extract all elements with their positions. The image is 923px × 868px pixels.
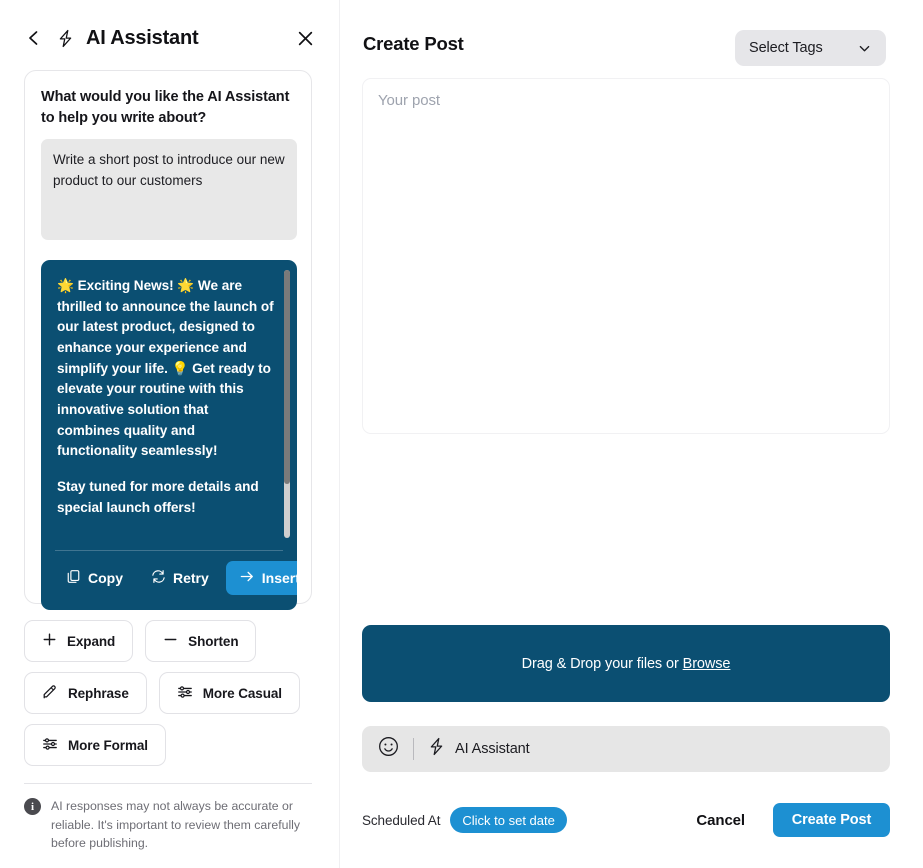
insert-button[interactable]: Insert [225, 561, 297, 596]
ai-assistant-create-post-modal: AI Assistant What would you like the AI … [0, 0, 923, 868]
tone-button-row: Expand Shorten [24, 620, 257, 662]
insert-button-label: Insert [261, 570, 297, 587]
ai-result-scrollbar-thumb[interactable] [284, 270, 290, 485]
ai-prompt-input[interactable]: Write a short post to introduce our new … [41, 139, 297, 241]
more-casual-button[interactable]: More Casual [158, 672, 300, 714]
close-icon[interactable] [294, 27, 316, 49]
rephrase-button-label: Rephrase [68, 685, 129, 701]
copy-button-label: Copy [88, 570, 123, 587]
plus-icon [42, 632, 57, 650]
post-content-textarea[interactable]: Your post [362, 78, 890, 434]
ai-prompt-question: What would you like the AI Assistant to … [41, 89, 290, 126]
set-date-button[interactable]: Click to set date [450, 807, 567, 833]
sliders-icon [42, 736, 58, 755]
ai-result-paragraph: Stay tuned for more details and special … [57, 479, 259, 515]
retry-button[interactable]: Retry [140, 561, 220, 595]
scheduled-at-label: Scheduled At [362, 812, 441, 828]
toolbar-ai-assistant-button[interactable]: AI Assistant [427, 737, 530, 761]
chevron-left-icon[interactable] [24, 28, 44, 48]
sliders-icon [177, 684, 193, 703]
expand-button[interactable]: Expand [24, 620, 134, 662]
shorten-button-label: Shorten [188, 633, 239, 649]
ai-assistant-title: AI Assistant [86, 26, 199, 49]
arrow-right-icon [239, 569, 255, 587]
shorten-button[interactable]: Shorten [145, 620, 257, 662]
divider [413, 738, 414, 760]
ai-result-scroll-region: 🌟 Exciting News! 🌟 We are thrilled to an… [41, 260, 297, 548]
cancel-button[interactable]: Cancel [684, 812, 757, 829]
retry-button-label: Retry [173, 570, 209, 587]
editor-toolbar: AI Assistant [362, 726, 890, 772]
rephrase-button[interactable]: Rephrase [24, 672, 147, 714]
smiley-face-icon[interactable] [377, 735, 400, 763]
ai-assistant-card: What would you like the AI Assistant to … [24, 70, 312, 611]
page-title: Create Post [363, 33, 464, 54]
create-post-footer: Scheduled At Click to set date Cancel Cr… [362, 803, 890, 837]
info-icon: i [24, 798, 41, 815]
lightning-bolt-icon [54, 27, 76, 49]
ai-disclaimer-text: AI responses may not always be accurate … [51, 799, 301, 851]
copy-icon [66, 569, 81, 587]
browse-link[interactable]: Browse [683, 656, 731, 672]
lightning-bolt-icon [427, 737, 446, 761]
toolbar-ai-assistant-label: AI Assistant [455, 741, 530, 757]
ai-result-scrollbar[interactable] [284, 270, 290, 539]
ai-result-actions: Copy Retry Insert [55, 560, 297, 596]
expand-button-label: Expand [67, 633, 116, 649]
create-post-panel: Create Post Select Tags Your post Drag &… [340, 0, 923, 868]
more-casual-button-label: More Casual [202, 685, 282, 701]
dropzone-text: Drag & Drop your files or Browse [522, 656, 731, 672]
minus-icon [163, 632, 178, 650]
more-formal-button-label: More Formal [68, 737, 148, 753]
file-dropzone[interactable]: Drag & Drop your files or Browse [362, 625, 890, 702]
dropzone-label: Drag & Drop your files or [521, 655, 683, 672]
ai-result-paragraph: 🌟 Exciting News! 🌟 We are thrilled to an… [57, 278, 274, 459]
select-tags-dropdown[interactable]: Select Tags [735, 30, 886, 66]
chevron-down-icon [857, 41, 872, 56]
create-post-button[interactable]: Create Post [773, 803, 890, 837]
ai-assistant-header: AI Assistant [24, 22, 316, 54]
ai-disclaimer: i AI responses may not always be accurat… [24, 797, 316, 853]
post-placeholder: Your post [378, 92, 440, 109]
divider [24, 783, 312, 784]
select-tags-label: Select Tags [749, 40, 823, 56]
pencil-square-icon [42, 684, 58, 703]
tone-button-row: More Formal [24, 724, 166, 766]
more-formal-button[interactable]: More Formal [24, 724, 166, 766]
ai-result-text: 🌟 Exciting News! 🌟 We are thrilled to an… [57, 276, 275, 518]
ai-result-box: 🌟 Exciting News! 🌟 We are thrilled to an… [41, 260, 297, 611]
divider [55, 550, 283, 552]
ai-assistant-panel: AI Assistant What would you like the AI … [0, 0, 340, 868]
tone-button-row: Rephrase More Casual [24, 672, 300, 714]
refresh-icon [151, 569, 166, 587]
copy-button[interactable]: Copy [55, 561, 134, 595]
